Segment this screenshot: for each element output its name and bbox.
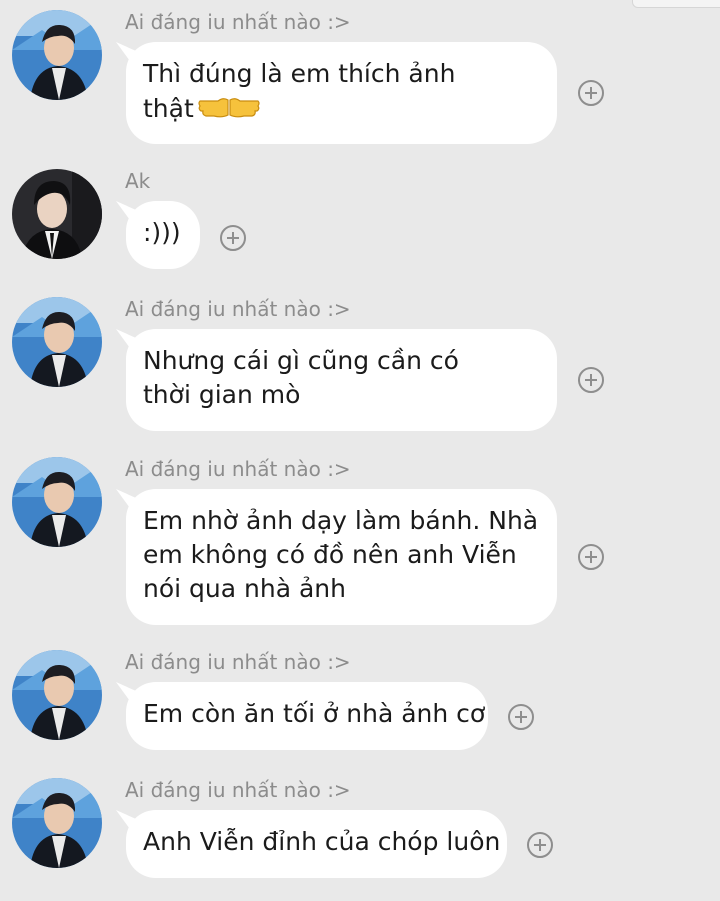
message-bubble[interactable]: Thì đúng là em thích ảnh thật — [126, 42, 557, 144]
plus-circle-icon[interactable] — [578, 80, 604, 106]
message-text: Em nhờ ảnh dạy làm bánh. Nhà — [143, 506, 539, 535]
message-text: em không có đồ nên anh Viễn — [143, 540, 517, 569]
chat-screen: Ai đáng iu nhất nào :> Thì đúng là em th… — [0, 0, 720, 901]
avatar[interactable] — [12, 778, 102, 868]
message-bubble[interactable]: :))) — [126, 201, 200, 269]
message-text: nói qua nhà ảnh — [143, 574, 346, 603]
message-text: :))) — [143, 218, 181, 247]
sender-name: Ai đáng iu nhất nào :> — [125, 778, 351, 802]
pointing-hands-emoji — [198, 91, 260, 130]
message-bubble[interactable]: Em nhờ ảnh dạy làm bánh. Nhà em không có… — [126, 489, 557, 625]
message-bubble[interactable]: Em còn ăn tối ở nhà ảnh cơ — [126, 682, 488, 750]
plus-circle-icon[interactable] — [578, 544, 604, 570]
sender-name: Ai đáng iu nhất nào :> — [125, 650, 351, 674]
message-text-line: thật — [143, 91, 539, 130]
message-bubble[interactable]: Anh Viễn đỉnh của chóp luôn — [126, 810, 507, 878]
sender-name: Ak — [125, 169, 151, 193]
top-edge-tab — [632, 0, 720, 8]
plus-circle-icon[interactable] — [527, 832, 553, 858]
message-text: Anh Viễn đỉnh của chóp luôn — [143, 827, 501, 856]
avatar[interactable] — [12, 297, 102, 387]
message-bubble[interactable]: Nhưng cái gì cũng cần có thời gian mò — [126, 329, 557, 431]
avatar[interactable] — [12, 169, 102, 259]
plus-circle-icon[interactable] — [220, 225, 246, 251]
message-text: Nhưng cái gì cũng cần có — [143, 346, 459, 375]
sender-name: Ai đáng iu nhất nào :> — [125, 297, 351, 321]
message-text: thời gian mò — [143, 380, 301, 409]
plus-circle-icon[interactable] — [578, 367, 604, 393]
avatar[interactable] — [12, 10, 102, 100]
sender-name: Ai đáng iu nhất nào :> — [125, 457, 351, 481]
message-text: thật — [143, 94, 194, 123]
sender-name: Ai đáng iu nhất nào :> — [125, 10, 351, 34]
avatar[interactable] — [12, 457, 102, 547]
plus-circle-icon[interactable] — [508, 704, 534, 730]
avatar[interactable] — [12, 650, 102, 740]
message-text: Thì đúng là em thích ảnh — [143, 59, 456, 88]
message-text: Em còn ăn tối ở nhà ảnh cơ — [143, 699, 486, 728]
